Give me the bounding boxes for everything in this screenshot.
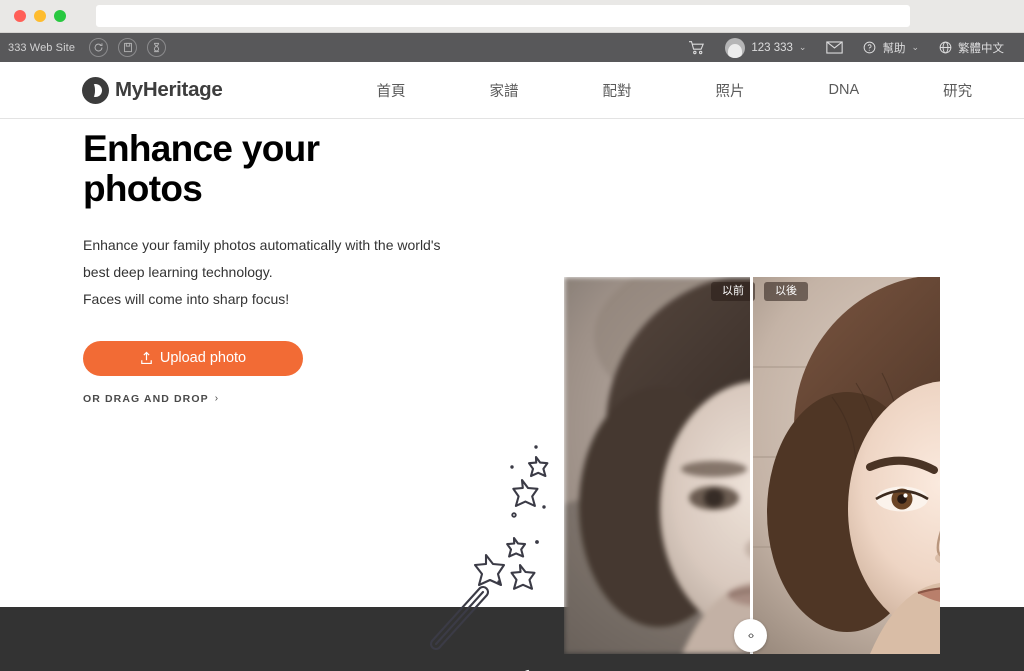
magic-wand-illustration bbox=[424, 445, 564, 655]
nav-item-photos[interactable]: 照片 bbox=[674, 80, 787, 101]
account-menu[interactable]: 123 333 ⌄ bbox=[715, 37, 816, 58]
brand-name: MyHeritage bbox=[115, 78, 223, 101]
app-toolbar: 333 Web Site 123 333 ⌄ 幫助 ⌄ 繁體中文 bbox=[0, 33, 1024, 62]
upload-button-label: Upload photo bbox=[159, 350, 247, 367]
refresh-icon[interactable] bbox=[89, 38, 109, 57]
help-label: 幫助 bbox=[882, 42, 906, 55]
avatar bbox=[725, 37, 746, 58]
save-icon[interactable] bbox=[118, 38, 138, 57]
brand-logo[interactable]: MyHeritage bbox=[82, 76, 223, 104]
nav-item-matches[interactable]: 配對 bbox=[561, 80, 674, 101]
main-nav: 首頁 家譜 配對 照片 DNA 研究 bbox=[335, 80, 1015, 101]
account-name: 123 333 bbox=[751, 41, 793, 54]
site-title: 333 Web Site bbox=[8, 41, 76, 54]
minimize-button[interactable] bbox=[34, 10, 46, 22]
drag-and-drop-link[interactable]: OR DRAG AND DROP › bbox=[83, 393, 463, 405]
myheritage-logo-icon bbox=[82, 76, 109, 104]
site-header: MyHeritage 首頁 家譜 配對 照片 DNA 研究 bbox=[0, 62, 1024, 119]
after-label: 以後 bbox=[764, 282, 808, 301]
dna-icon[interactable] bbox=[147, 38, 167, 57]
before-label: 以前 bbox=[711, 282, 755, 301]
nav-item-dna[interactable]: DNA bbox=[787, 82, 902, 98]
page-title: Enhance your photos bbox=[83, 128, 320, 209]
chevron-down-icon: ⌄ bbox=[798, 42, 807, 52]
toolbar-icon-group bbox=[89, 38, 167, 57]
before-after-comparison[interactable]: ‹› 以前 以後 bbox=[564, 277, 940, 654]
help-menu[interactable]: 幫助 ⌄ bbox=[853, 40, 929, 56]
comparison-divider bbox=[750, 277, 753, 654]
hero-copy-block: Enhance your photos Enhance your family … bbox=[83, 129, 463, 405]
globe-icon bbox=[939, 41, 952, 54]
mail-icon[interactable] bbox=[816, 41, 853, 54]
hero-section: Enhance your photos Enhance your family … bbox=[0, 119, 1024, 654]
nav-item-research[interactable]: 研究 bbox=[901, 80, 1014, 101]
chevron-down-icon: ⌄ bbox=[911, 42, 919, 52]
drag-and-drop-label: OR DRAG AND DROP bbox=[83, 392, 209, 405]
cart-icon[interactable] bbox=[678, 40, 715, 55]
nav-item-home[interactable]: 首頁 bbox=[335, 80, 448, 101]
photo-before bbox=[564, 277, 940, 654]
comparison-slider-handle[interactable]: ‹› bbox=[734, 619, 767, 652]
chevron-right-icon: › bbox=[214, 393, 220, 405]
hero-subcopy: Enhance your family photos automatically… bbox=[83, 237, 441, 308]
photo-after bbox=[752, 277, 940, 654]
maximize-button[interactable] bbox=[54, 10, 66, 22]
address-bar[interactable] bbox=[96, 5, 910, 27]
window-titlebar bbox=[0, 0, 1024, 33]
question-mark-icon bbox=[864, 41, 876, 54]
toolbar-right-group: 123 333 ⌄ 幫助 ⌄ 繁體中文 bbox=[678, 37, 1014, 58]
nav-item-tree[interactable]: 家譜 bbox=[448, 80, 561, 101]
language-menu[interactable]: 繁體中文 bbox=[929, 40, 1014, 56]
traffic-lights bbox=[14, 10, 66, 22]
upload-photo-button[interactable]: Upload photo bbox=[83, 340, 303, 376]
upload-icon bbox=[141, 351, 152, 365]
language-label: 繁體中文 bbox=[958, 42, 1004, 55]
close-button[interactable] bbox=[14, 10, 26, 22]
